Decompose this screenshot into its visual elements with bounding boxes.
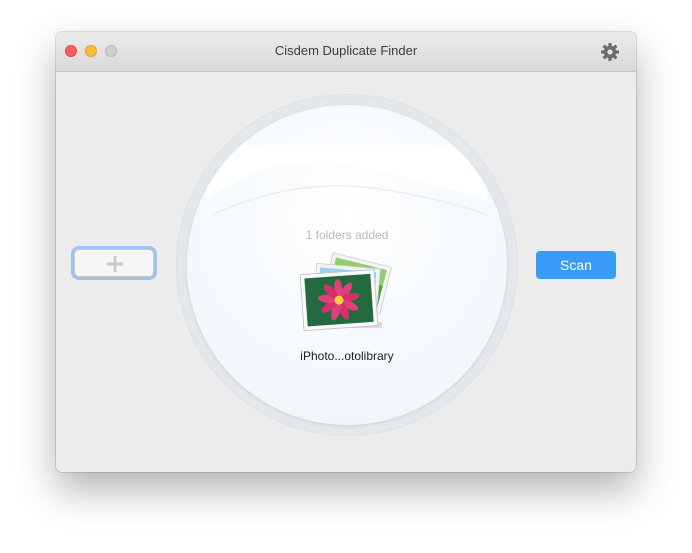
folders-added-status: 1 folders added [305,228,389,242]
main-content: 1 folders added iPhoto...otolibrary Scan [56,72,636,472]
title-bar: Cisdem Duplicate Finder [56,32,636,72]
gear-icon [601,43,619,61]
plus-icon [107,256,123,272]
settings-button[interactable] [600,42,620,62]
library-file-name[interactable]: iPhoto...otolibrary [187,349,507,363]
scan-button[interactable]: Scan [536,251,616,279]
window-title: Cisdem Duplicate Finder [274,43,418,58]
app-window: Cisdem Duplicate Finder 1 folders added … [56,32,636,472]
add-folder-button[interactable] [74,249,154,277]
photos-library-icon[interactable] [296,250,396,340]
